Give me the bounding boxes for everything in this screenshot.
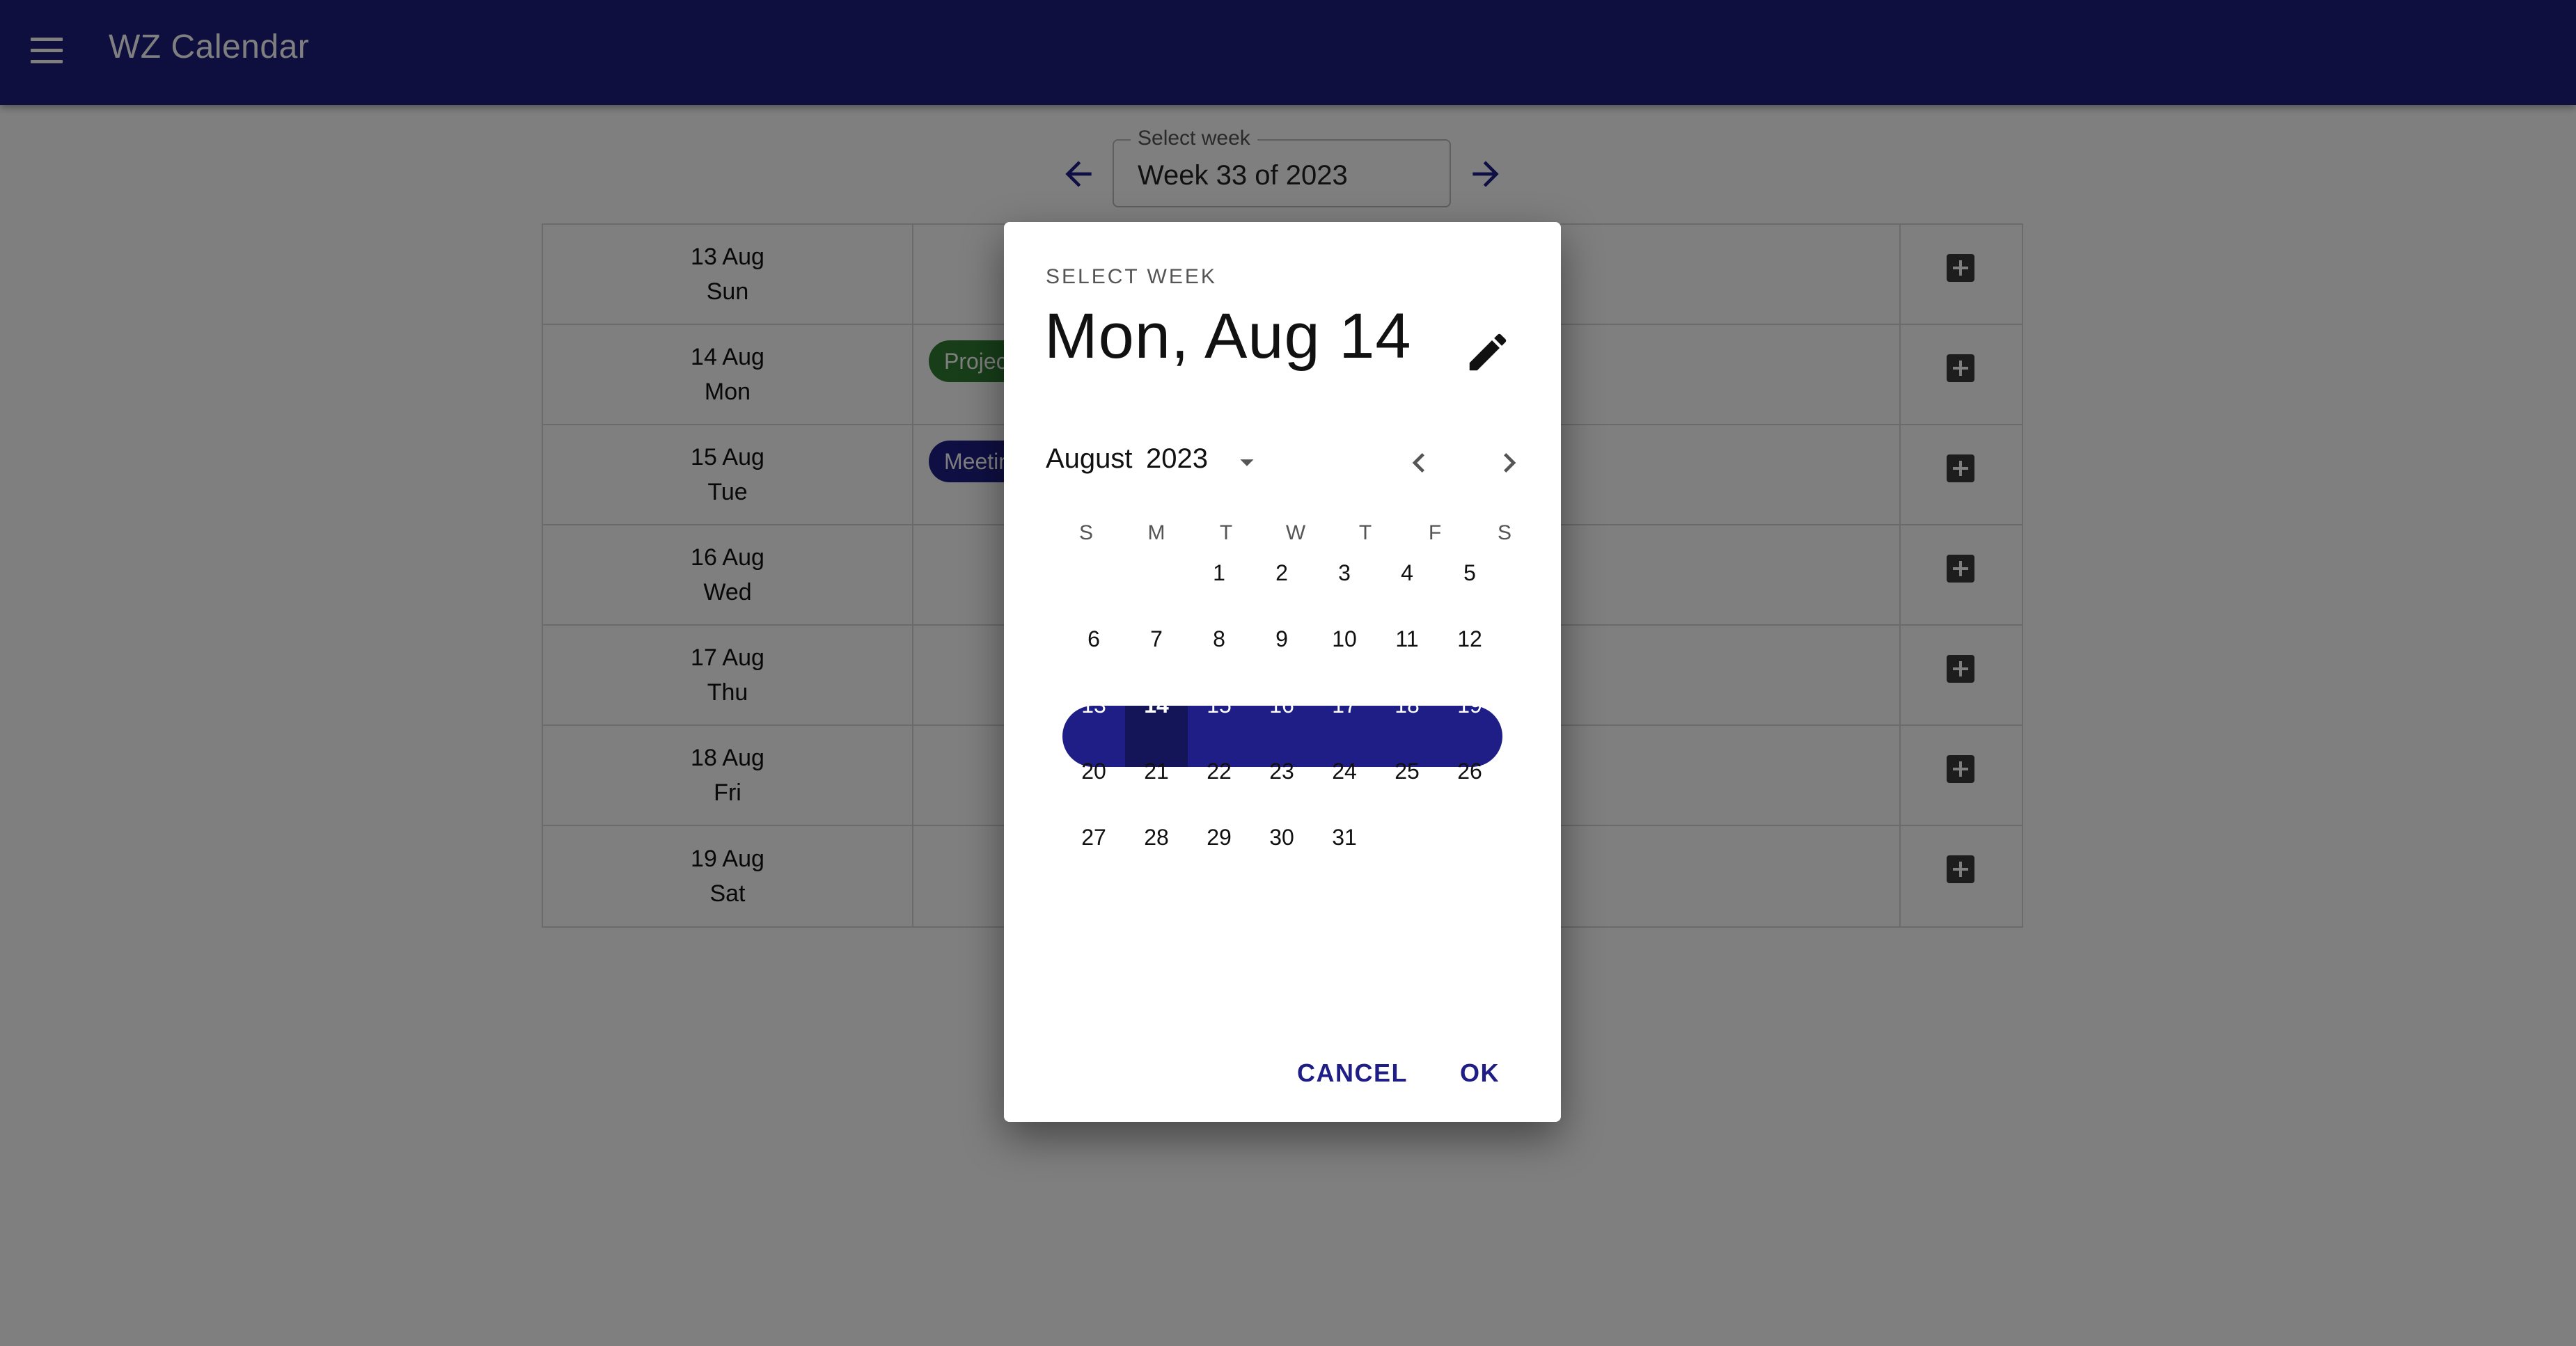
calendar-day[interactable]: 10 bbox=[1313, 608, 1376, 670]
calendar-day[interactable]: 12 bbox=[1438, 608, 1501, 670]
calendar-day[interactable]: 22 bbox=[1188, 741, 1250, 802]
calendar-day[interactable]: 3 bbox=[1313, 542, 1376, 603]
calendar-day[interactable]: 19 bbox=[1438, 674, 1501, 736]
calendar-day[interactable]: 4 bbox=[1376, 542, 1438, 603]
dialog-overline: SELECT WEEK bbox=[1046, 265, 1217, 288]
ok-button[interactable]: OK bbox=[1460, 1059, 1500, 1088]
month-label[interactable]: August bbox=[1046, 443, 1133, 475]
selected-date-heading: Mon, Aug 14 bbox=[1044, 301, 1412, 372]
calendar-day[interactable]: 25 bbox=[1376, 741, 1438, 802]
calendar-day[interactable]: 14 bbox=[1125, 674, 1188, 736]
chevron-right-icon[interactable] bbox=[1490, 443, 1529, 482]
weekday-header: T bbox=[1358, 521, 1372, 544]
calendar-day[interactable]: 13 bbox=[1062, 674, 1125, 736]
calendar-day[interactable]: 1 bbox=[1188, 542, 1250, 603]
calendar-day[interactable]: 5 bbox=[1438, 542, 1501, 603]
weekday-header: S bbox=[1078, 521, 1093, 544]
calendar-day[interactable]: 15 bbox=[1188, 674, 1250, 736]
calendar-day[interactable]: 17 bbox=[1313, 674, 1376, 736]
calendar-day[interactable]: 26 bbox=[1438, 741, 1501, 802]
calendar-day[interactable]: 29 bbox=[1188, 807, 1250, 868]
calendar-day[interactable]: 21 bbox=[1125, 741, 1188, 802]
calendar-day[interactable]: 7 bbox=[1125, 608, 1188, 670]
calendar-day[interactable]: 9 bbox=[1250, 608, 1313, 670]
calendar-day[interactable]: 30 bbox=[1250, 807, 1313, 868]
calendar-day[interactable]: 6 bbox=[1062, 608, 1125, 670]
calendar-day[interactable]: 24 bbox=[1313, 741, 1376, 802]
calendar-day[interactable]: 8 bbox=[1188, 608, 1250, 670]
weekday-header: W bbox=[1285, 521, 1306, 544]
calendar-day[interactable]: 23 bbox=[1250, 741, 1313, 802]
calendar-day[interactable]: 28 bbox=[1125, 807, 1188, 868]
chevron-left-icon[interactable] bbox=[1399, 443, 1438, 482]
calendar-day[interactable]: 20 bbox=[1062, 741, 1125, 802]
weekday-header: S bbox=[1497, 521, 1511, 544]
year-label[interactable]: 2023 bbox=[1146, 443, 1208, 475]
calendar-day[interactable]: 2 bbox=[1250, 542, 1313, 603]
calendar-day[interactable]: 18 bbox=[1376, 674, 1438, 736]
calendar-day[interactable]: 16 bbox=[1250, 674, 1313, 736]
cancel-button[interactable]: CANCEL bbox=[1297, 1059, 1408, 1088]
weekday-header: T bbox=[1219, 521, 1233, 544]
calendar-day[interactable]: 27 bbox=[1062, 807, 1125, 868]
weekday-header: F bbox=[1428, 521, 1442, 544]
pencil-icon[interactable] bbox=[1463, 328, 1512, 377]
select-week-dialog: SELECT WEEK Mon, Aug 14 August 2023 S M … bbox=[1004, 222, 1561, 1122]
weekday-header: M bbox=[1147, 521, 1165, 544]
calendar-day[interactable]: 11 bbox=[1376, 608, 1438, 670]
caret-down-icon[interactable] bbox=[1231, 446, 1263, 478]
calendar-day[interactable]: 31 bbox=[1313, 807, 1376, 868]
